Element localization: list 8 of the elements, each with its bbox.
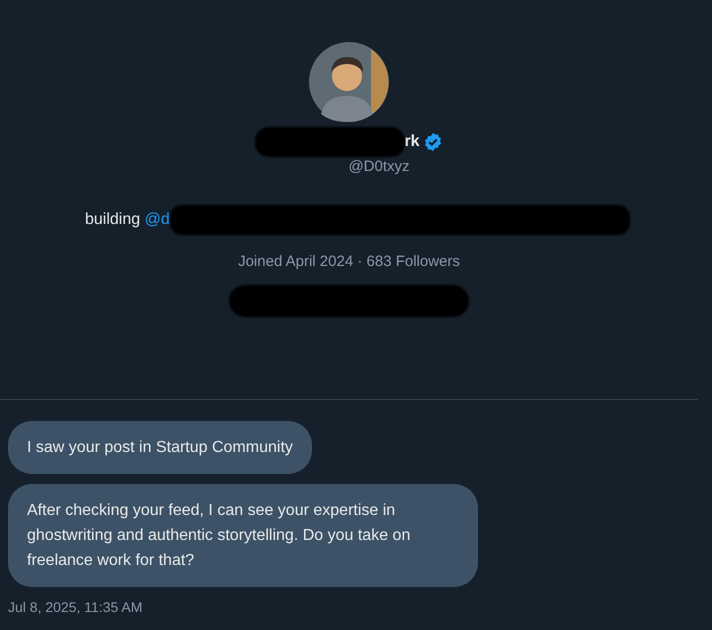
profile-bio: building @d xyxy=(85,210,170,230)
profile-name: rk xyxy=(404,132,420,152)
profile-link[interactable]: @d xyxy=(144,210,170,228)
profile-stats: Joined April 2024 · 683 Followers xyxy=(238,252,460,272)
message-bubble: After checking your feed, I can see your expertise in ghostwriting and authentic storytelling. Do you take on freelance work for that? xyxy=(8,484,478,587)
message-bubble: I saw your post in Startup Community xyxy=(8,421,312,474)
profile-handle: @D0txyz xyxy=(348,157,410,177)
message-timestamp: Jul 8, 2025, 11:35 AM xyxy=(8,598,144,617)
